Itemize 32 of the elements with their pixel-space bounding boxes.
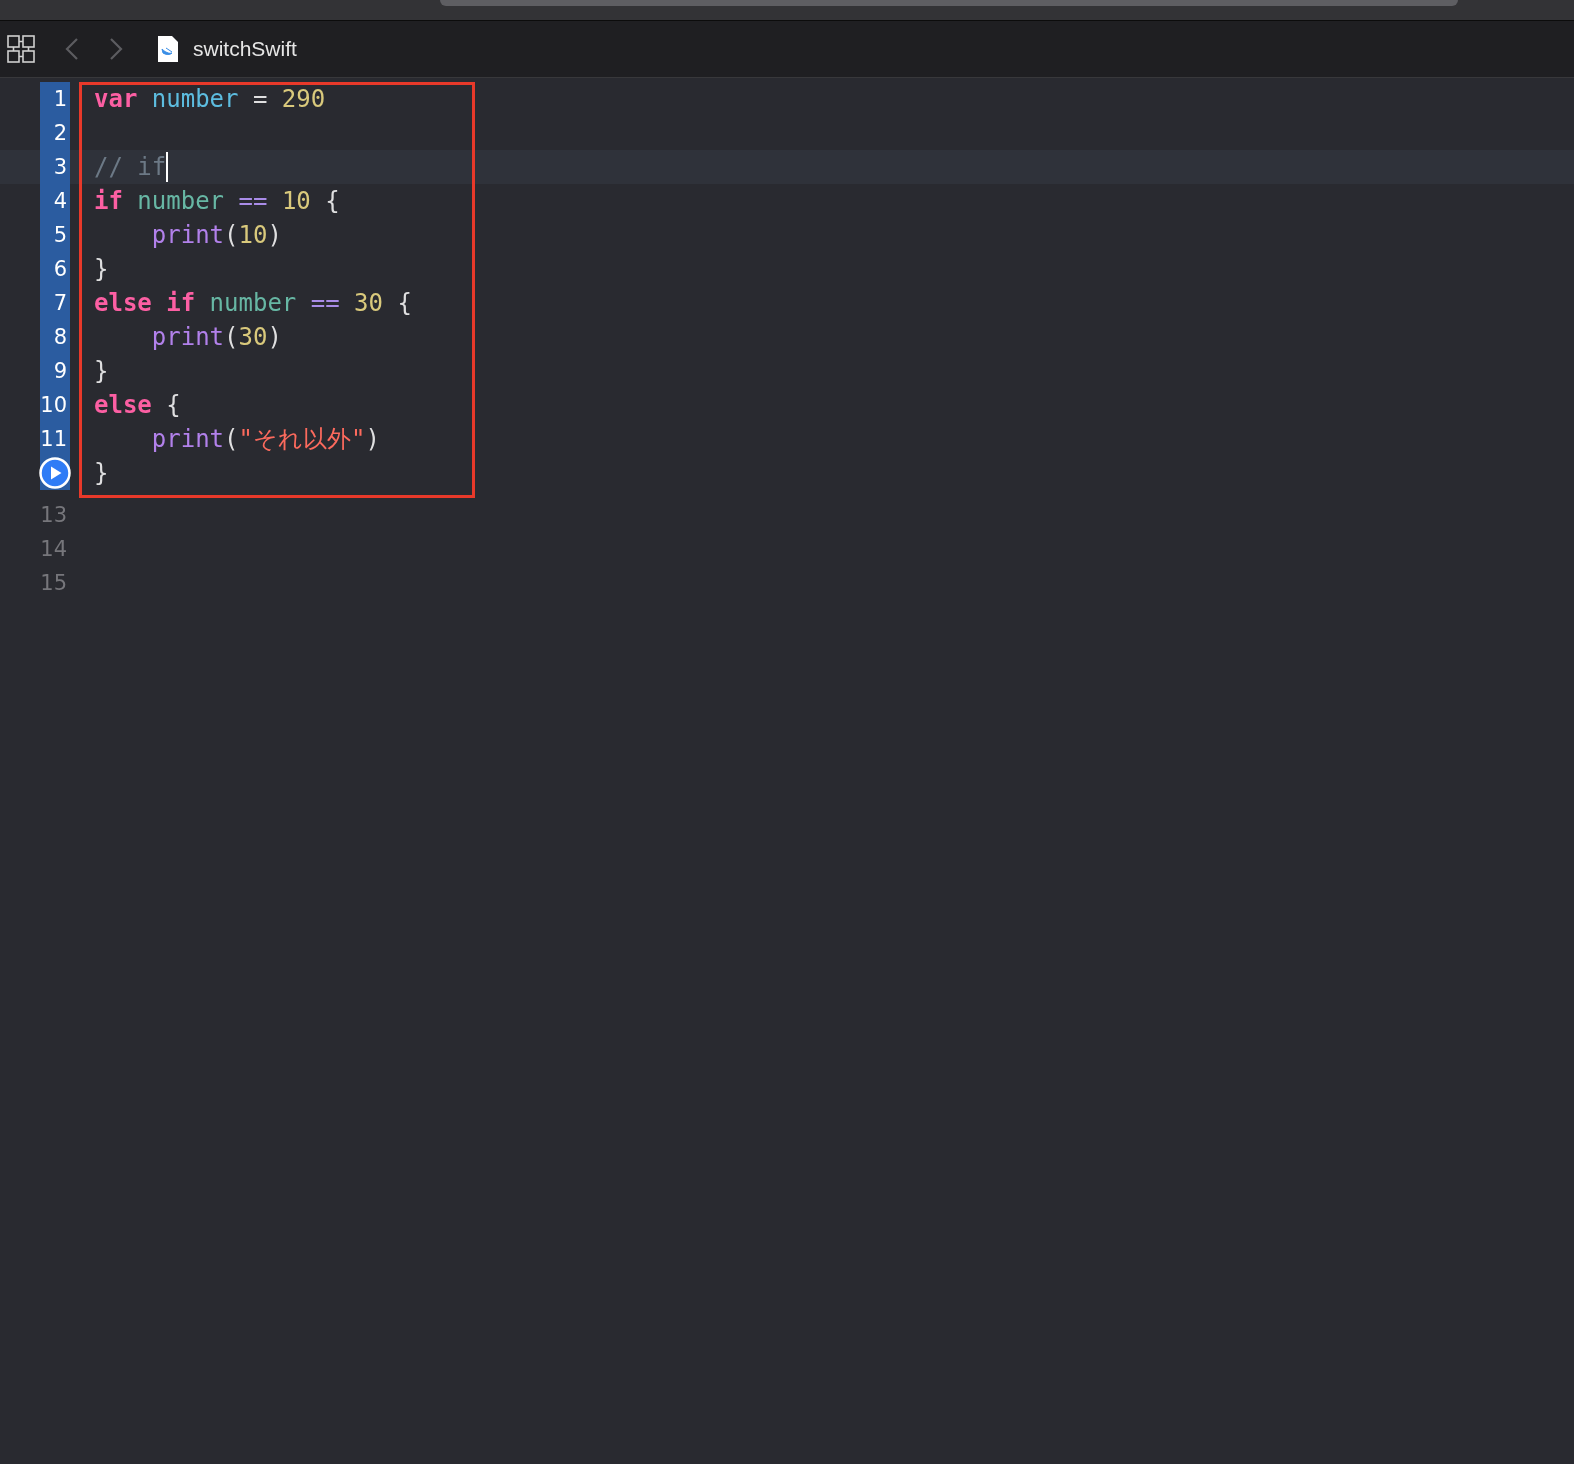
line-number: 1 [53, 87, 67, 111]
file-name[interactable]: switchSwift [193, 37, 297, 61]
code-line: else { [94, 390, 181, 421]
line-number: 10 [40, 393, 67, 417]
code-line: print(30) [151, 322, 282, 353]
line-number: 2 [53, 121, 67, 145]
code-line: } [94, 458, 109, 489]
line-number: 15 [40, 571, 67, 595]
code-line: var number = 290 [94, 84, 326, 115]
line-number: 9 [53, 359, 67, 383]
line-number: 8 [53, 325, 67, 349]
line-number: 14 [40, 537, 67, 561]
code-line: // if [94, 152, 167, 183]
code-line: print("それ以外") [151, 424, 380, 455]
line-number: 4 [53, 189, 67, 213]
grid-icon[interactable] [7, 35, 35, 63]
code-line: print(10) [151, 220, 282, 251]
code-line: } [94, 254, 109, 285]
swift-file-icon [157, 35, 179, 63]
code-line: else if number == 30 { [94, 288, 412, 319]
line-number: 5 [53, 223, 67, 247]
line-number: 13 [40, 503, 67, 527]
scrollbar-thumb[interactable] [440, 0, 1458, 6]
line-number: 3 [53, 155, 67, 179]
chevron-right-icon[interactable] [109, 37, 123, 61]
line-number: 6 [53, 257, 67, 281]
code-line: } [94, 356, 109, 387]
line-number: 7 [53, 291, 67, 315]
line-number: 11 [40, 427, 67, 451]
chevron-left-icon[interactable] [65, 37, 79, 61]
code-line: if number == 10 { [94, 186, 340, 217]
run-icon[interactable] [39, 457, 71, 489]
